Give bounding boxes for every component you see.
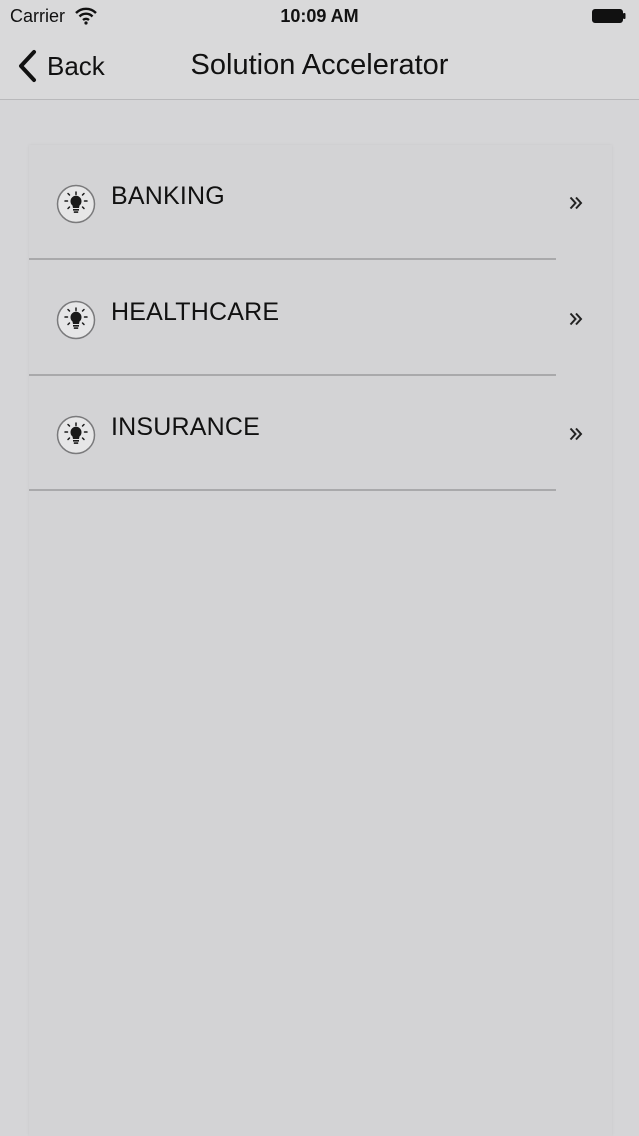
double-chevron-right-icon bbox=[569, 312, 583, 326]
status-bar: Carrier 10:09 AM bbox=[0, 0, 639, 34]
battery-icon bbox=[592, 9, 626, 23]
list-item-label: BANKING bbox=[111, 182, 225, 210]
lightbulb-icon bbox=[56, 415, 96, 455]
list-item-banking[interactable]: BANKING bbox=[29, 145, 612, 260]
divider bbox=[29, 489, 556, 491]
solution-list-card: BANKING HEALTHCARE INSURANCE bbox=[29, 145, 612, 1136]
divider bbox=[29, 258, 556, 260]
page-title: Solution Accelerator bbox=[190, 49, 449, 81]
double-chevron-right-icon bbox=[569, 427, 583, 441]
list-item-insurance[interactable]: INSURANCE bbox=[29, 376, 612, 491]
lightbulb-icon bbox=[56, 300, 96, 340]
list-item-label: INSURANCE bbox=[111, 413, 261, 441]
list-item-healthcare[interactable]: HEALTHCARE bbox=[29, 261, 612, 376]
double-chevron-right-icon bbox=[569, 196, 583, 210]
list-item-label: HEALTHCARE bbox=[111, 298, 280, 326]
navigation-bar: Back Solution Accelerator bbox=[0, 34, 639, 100]
lightbulb-icon bbox=[56, 184, 96, 224]
status-time: 10:09 AM bbox=[280, 6, 359, 26]
